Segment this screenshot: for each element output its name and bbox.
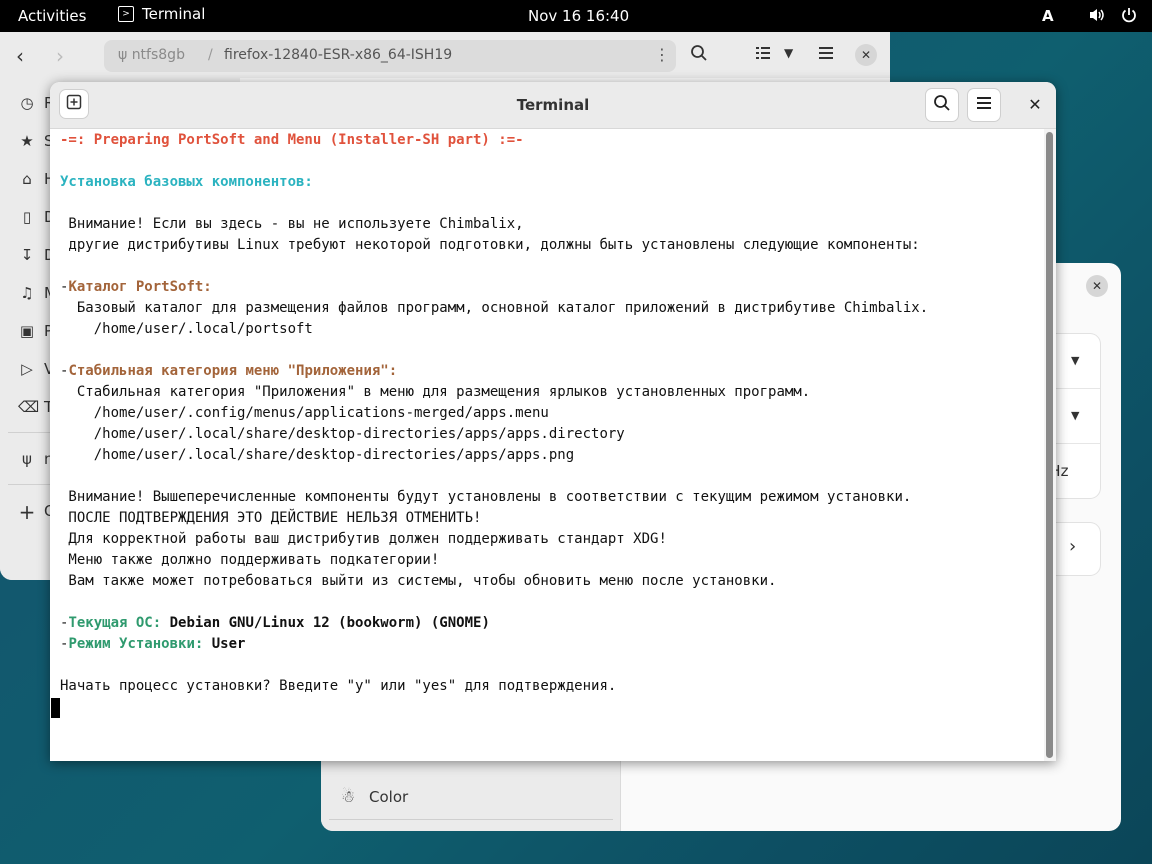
hamburger-menu-icon	[975, 94, 993, 116]
terminal-line: Для корректной работы ваш дистрибутив до…	[60, 531, 667, 547]
view-list-icon[interactable]	[754, 44, 772, 67]
home-icon: ⌂	[22, 170, 32, 188]
terminal-header: Terminal ✕	[50, 82, 1056, 129]
terminal-cursor	[51, 698, 60, 718]
terminal-line: -=: Preparing PortSoft and Menu (Install…	[60, 132, 524, 148]
add-icon: +	[18, 500, 36, 524]
activities-button[interactable]: Activities	[18, 7, 86, 25]
terminal-line: -Режим Установки: User	[60, 636, 246, 652]
settings-divider	[329, 819, 613, 820]
recent-icon: ◷	[20, 94, 34, 112]
app-menu-label: Terminal	[142, 5, 206, 23]
music-icon: ♫	[20, 284, 34, 302]
terminal-line: Стабильная категория "Приложения" в меню…	[60, 384, 811, 400]
system-tray[interactable]	[1088, 6, 1138, 24]
app-menu[interactable]: > Terminal	[118, 5, 205, 23]
documents-icon: ▯	[22, 208, 32, 226]
terminal-line: /home/user/.config/menus/applications-me…	[60, 405, 549, 421]
path-menu-icon[interactable]: ⋮	[654, 45, 670, 64]
view-options-icon[interactable]: ▼	[784, 46, 793, 60]
top-bar: Activities > Terminal Nov 16 16:40 A	[0, 0, 1152, 32]
window-title: Terminal	[516, 96, 590, 114]
color-icon: ☃	[341, 787, 356, 806]
path-bar[interactable]: ψ ntfs8gb / firefox-12840-ESR-x86_64-ISH…	[104, 40, 676, 72]
terminal-line: Меню также должно поддерживать подкатего…	[60, 552, 440, 568]
close-icon[interactable]: ✕	[1024, 94, 1046, 116]
close-icon[interactable]: ✕	[855, 44, 877, 66]
downloads-icon: ↧	[20, 246, 34, 264]
back-icon[interactable]: ‹	[16, 44, 24, 68]
clock[interactable]: Nov 16 16:40	[528, 7, 629, 25]
usb-drive-icon: ψ	[22, 450, 32, 468]
terminal-line: ПОСЛЕ ПОДТВЕРЖДЕНИЯ ЭТО ДЕЙСТВИЕ НЕЛЬЗЯ …	[60, 510, 482, 526]
input-source-indicator[interactable]: A	[1042, 7, 1054, 25]
forward-icon[interactable]: ›	[56, 44, 64, 68]
scrollbar-thumb[interactable]	[1046, 132, 1053, 758]
hamburger-menu-icon[interactable]	[817, 44, 835, 67]
pictures-icon: ▣	[19, 322, 35, 340]
settings-item-color-label: Color	[369, 788, 409, 806]
terminal-icon: >	[118, 6, 134, 22]
file-manager-header: ‹ › ψ ntfs8gb / firefox-12840-ESR-x86_64…	[0, 32, 890, 78]
chevron-right-icon: ›	[1069, 536, 1077, 557]
power-icon	[1120, 6, 1138, 24]
terminal-window: Terminal ✕ -=: Preparing PortSoft and Me…	[50, 82, 1056, 761]
chevron-down-icon: ▼	[1071, 354, 1080, 367]
videos-icon: ▷	[21, 360, 33, 378]
path-root[interactable]: ψ ntfs8gb	[118, 47, 185, 63]
path-folder[interactable]: firefox-12840-ESR-x86_64-ISH19	[224, 47, 452, 63]
menu-button[interactable]	[968, 89, 1000, 121]
terminal-output[interactable]: -=: Preparing PortSoft and Menu (Install…	[50, 129, 1044, 761]
starred-icon: ★	[20, 132, 34, 150]
chevron-down-icon: ▼	[1071, 409, 1080, 422]
terminal-line: Внимание! Вышеперечисленные компоненты б…	[60, 489, 912, 505]
search-button[interactable]	[926, 89, 958, 121]
settings-item-color[interactable]: ☃ Color	[321, 773, 620, 821]
trash-icon: ⌫	[18, 398, 40, 416]
terminal-line: Внимание! Если вы здесь - вы не использу…	[60, 216, 524, 232]
terminal-line: Установка базовых компонентов:	[60, 174, 313, 190]
terminal-line: Вам также может потребоваться выйти из с…	[60, 573, 777, 589]
usb-drive-icon: ψ	[118, 47, 132, 63]
terminal-line: /home/user/.local/share/desktop-director…	[60, 447, 575, 463]
terminal-line: Начать процесс установки? Введите "y" ил…	[60, 678, 617, 694]
search-icon	[933, 94, 951, 116]
terminal-line: -Текущая ОС: Debian GNU/Linux 12 (bookwo…	[60, 615, 490, 631]
path-separator: /	[208, 47, 213, 63]
volume-icon	[1088, 6, 1106, 24]
close-icon[interactable]: ✕	[1086, 275, 1108, 297]
terminal-line: Базовый каталог для размещения файлов пр…	[60, 300, 929, 316]
terminal-line: -Каталог PortSoft:	[60, 279, 212, 295]
terminal-line: /home/user/.local/share/desktop-director…	[60, 426, 625, 442]
terminal-line: -Стабильная категория меню "Приложения":	[60, 363, 398, 379]
search-icon[interactable]	[690, 44, 708, 67]
terminal-line: /home/user/.local/portsoft	[60, 321, 313, 337]
terminal-line: другие дистрибутивы Linux требуют некото…	[60, 237, 920, 253]
